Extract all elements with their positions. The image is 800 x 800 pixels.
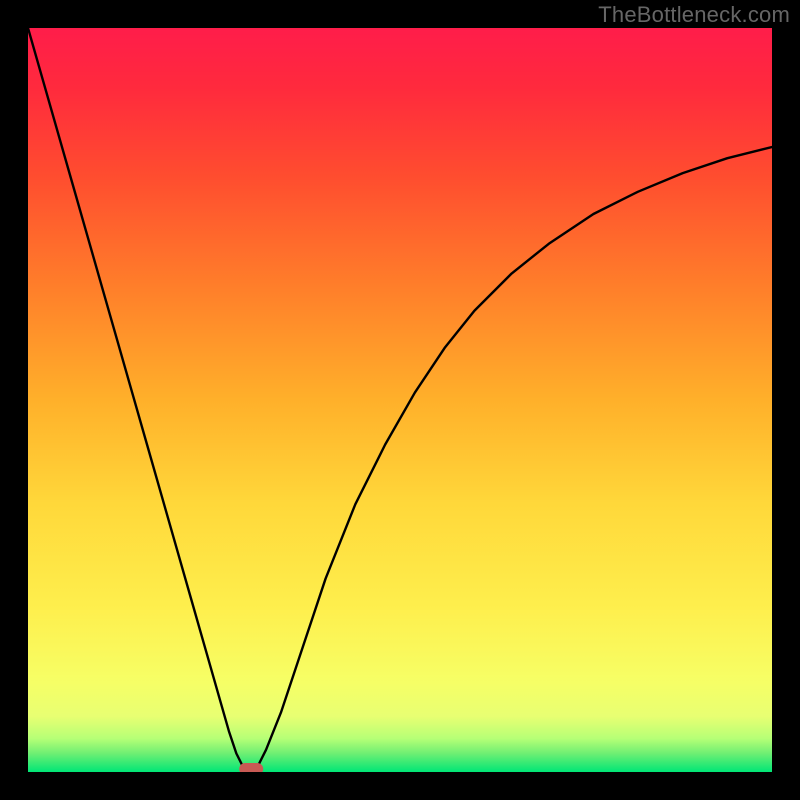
optimal-marker (239, 763, 263, 772)
gradient-background (28, 28, 772, 772)
watermark-text: TheBottleneck.com (598, 2, 790, 28)
chart-svg (28, 28, 772, 772)
plot-area (28, 28, 772, 772)
chart-frame: TheBottleneck.com (0, 0, 800, 800)
